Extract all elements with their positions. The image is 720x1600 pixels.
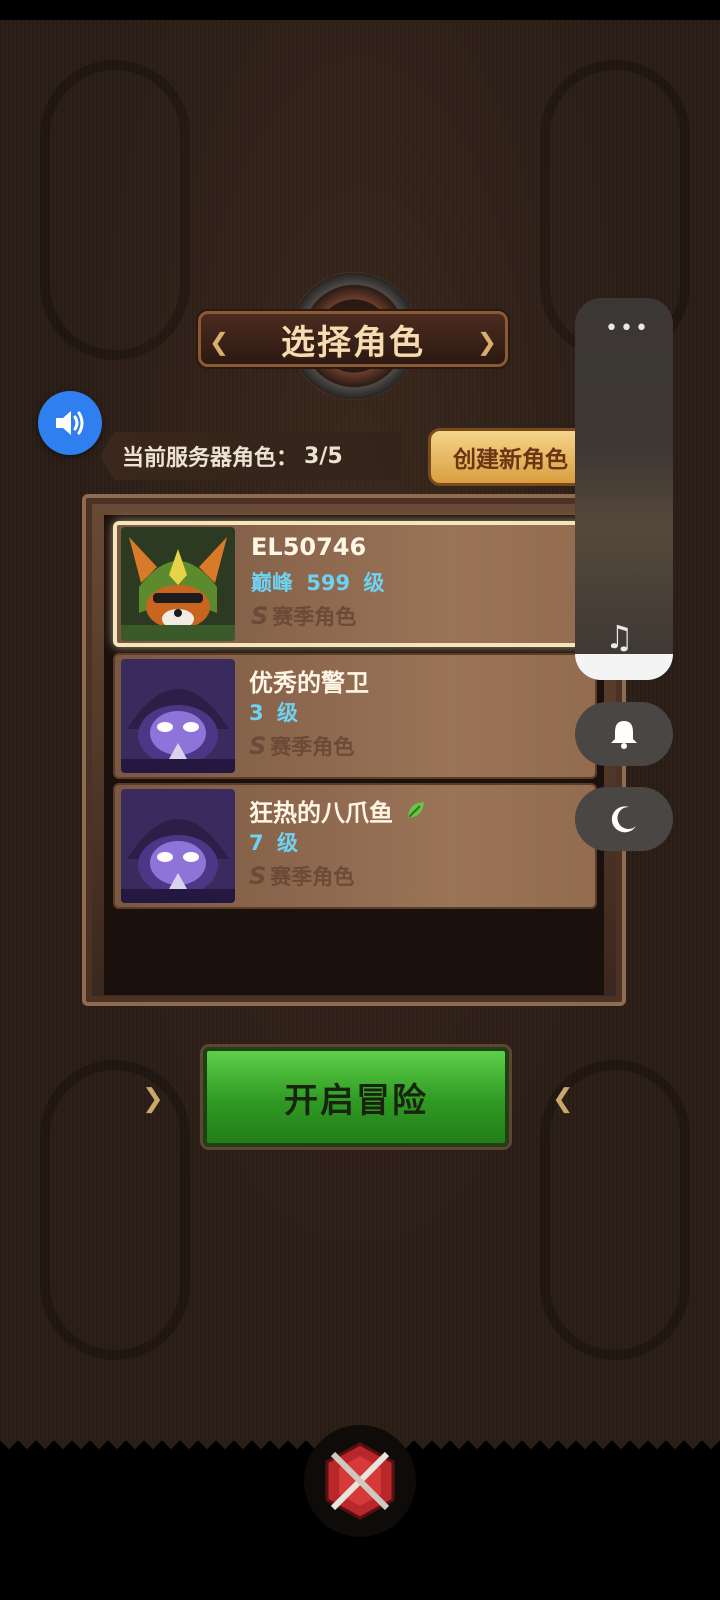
peak-label: 巅峰	[251, 571, 293, 595]
season-s-icon: S	[249, 862, 267, 890]
role-name-text: 狂热的八爪鱼	[249, 799, 393, 827]
season-tag: S 赛季角色	[249, 861, 354, 891]
speaker-icon	[56, 411, 84, 435]
level-unit: 级	[276, 831, 298, 855]
role-level: 巅峰 599 级	[251, 567, 384, 597]
level-unit: 级	[276, 701, 298, 725]
background-ornament	[40, 1060, 190, 1360]
title-plaque: ❮ 选择角色 ❯	[198, 311, 508, 367]
server-label: 当前服务器角色：	[122, 446, 299, 471]
start-adventure-button[interactable]: 开启冒险	[203, 1047, 509, 1147]
season-label: 赛季角色	[272, 605, 357, 629]
crossed-swords-icon[interactable]	[304, 1425, 416, 1537]
hooded-purple-mage-avatar	[121, 789, 235, 903]
night-mode-button[interactable]	[575, 787, 673, 851]
role-level: 3 级	[249, 697, 298, 727]
level-value: 7	[249, 831, 264, 855]
fox-archer-avatar	[121, 527, 235, 641]
moon-icon	[611, 806, 636, 833]
role-count: 3/5	[304, 443, 343, 469]
level-unit: 级	[363, 571, 385, 595]
season-s-icon: S	[249, 732, 267, 760]
background-ornament	[40, 60, 190, 360]
hooded-purple-mage-avatar	[121, 659, 235, 773]
season-s-icon: S	[251, 602, 269, 630]
role-level: 7 级	[249, 827, 298, 857]
floating-panel[interactable]: ••• ♫	[575, 298, 673, 680]
season-label: 赛季角色	[270, 735, 355, 759]
role-name: 优秀的警卫	[249, 669, 369, 697]
level-value: 599	[306, 571, 351, 595]
role-name: 狂热的八爪鱼	[249, 793, 427, 828]
role-name: EL50746	[251, 533, 367, 561]
right-arrow-ornament: ❯	[476, 328, 497, 356]
role-card[interactable]: 优秀的警卫 3 级 S 赛季角色	[113, 653, 597, 779]
season-tag: S 赛季角色	[249, 731, 354, 761]
server-role-count: 当前服务器角色： 3/5	[100, 432, 400, 480]
right-arrow-ornament: ❮	[552, 1084, 574, 1114]
notification-button[interactable]	[575, 702, 673, 766]
leaf-icon	[397, 799, 427, 827]
music-note-icon[interactable]: ♫	[605, 618, 634, 656]
season-label: 赛季角色	[270, 865, 355, 889]
role-card[interactable]: 狂热的八爪鱼 7 级 S 赛季角色	[113, 783, 597, 909]
page-title: 选择角色	[281, 322, 425, 363]
season-tag: S 赛季角色	[251, 601, 356, 631]
bell-icon	[611, 721, 637, 749]
left-arrow-ornament: ❯	[142, 1084, 164, 1114]
panel-handle	[575, 654, 673, 680]
level-value: 3	[249, 701, 264, 725]
role-card[interactable]: EL50746 巅峰 599 级 S 赛季角色	[113, 521, 597, 647]
left-arrow-ornament: ❮	[209, 328, 230, 356]
status-bar	[0, 0, 720, 20]
more-dots-icon[interactable]: •••	[605, 316, 650, 341]
sound-button[interactable]	[38, 391, 102, 455]
